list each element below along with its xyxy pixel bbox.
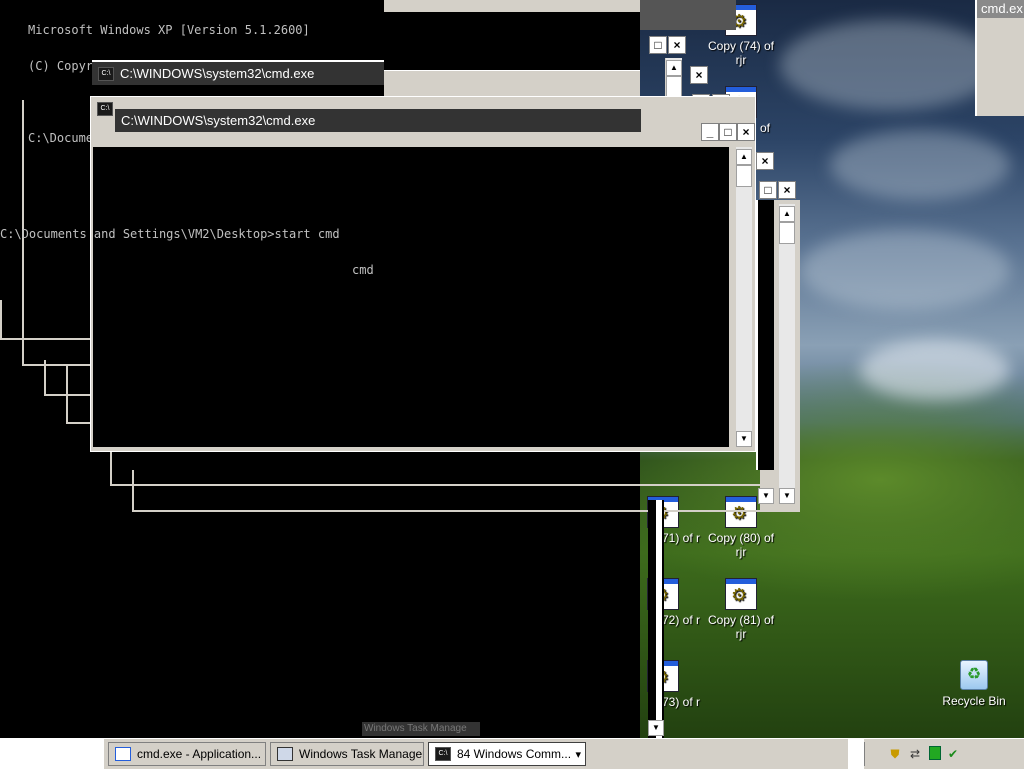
taskbar-task-task-manager[interactable]: Windows Task Manager [270,742,424,766]
battery-icon[interactable] [927,746,943,762]
close-button[interactable]: × [737,123,755,141]
taskbar: cmd.exe - Application... Windows Task Ma… [0,738,1024,769]
window-title: C:\WINDOWS\system32\cmd.exe [121,113,316,128]
batch-file-icon [725,578,757,610]
recycle-bin-icon: ♻ [960,660,988,690]
small-cmd-icon: C:\ [97,102,113,116]
scroll-down-button[interactable]: ▼ [736,431,752,447]
top-right-window-title: cmd.ex [977,0,1024,18]
scrollbar[interactable]: ▼ [756,200,774,504]
safely-remove-icon[interactable]: ✔ [945,746,961,762]
shield-warning-icon[interactable]: ⛊ [887,746,903,762]
title-bar-extension [384,70,640,99]
scroll-down-button[interactable]: ▼ [758,488,774,504]
cmd-icon: C:\ [98,66,114,81]
scrollbar[interactable]: ▲ ▼ [778,204,795,504]
window-title: C:\WINDOWS\system32\cmd.exe [120,66,315,81]
taskbar-left-blank [0,739,104,769]
scroll-thumb[interactable] [666,76,682,98]
maximize-button[interactable]: □ [719,123,737,141]
console-area[interactable] [93,147,729,447]
scroll-down-button[interactable]: ▼ [779,488,795,504]
top-right-window[interactable]: cmd.ex [975,0,1024,116]
chevron-down-icon: ▾ [575,748,581,761]
network-icon[interactable]: ⇄ [907,746,923,762]
close-button[interactable]: × [690,66,708,84]
close-button[interactable]: × [756,152,774,170]
close-button[interactable]: × [668,36,686,54]
task-manager-icon [277,747,293,761]
window-edge [384,0,640,12]
taskbar-task-app-window[interactable]: cmd.exe - Application... [108,742,266,766]
cmd-icon: C:\ [435,747,451,761]
desktop-icon-recycle-bin[interactable]: ♻ Recycle Bin [939,660,1009,708]
console-prompt-line: C:\Documents and Settings\VM2\Desktop>st… [0,227,340,241]
scroll-thumb[interactable] [736,165,752,187]
system-tray: ⛊ ⇄ ✔ [864,742,1024,766]
scrollbar[interactable]: ▼ [648,500,664,738]
scroll-up-button[interactable]: ▲ [779,206,795,222]
scrollbar[interactable]: ▲ ▼ [735,147,752,447]
window-edge [132,470,800,512]
scroll-up-button[interactable]: ▲ [736,149,752,165]
scroll-down-button[interactable]: ▼ [648,720,664,736]
minimize-button[interactable]: _ [701,123,719,141]
scroll-up-button[interactable]: ▲ [666,60,682,76]
ghost-tooltip: Windows Task Manage [362,722,480,736]
cmd-window-front[interactable]: C:\ C:\WINDOWS\system32\cmd.exe _ □ × ▲ … [90,96,756,452]
taskbar-task-group-cmd[interactable]: C:\ 84 Windows Comm... ▾ [428,742,586,766]
scroll-thumb[interactable] [779,222,795,244]
taskbar-gap [848,739,864,769]
cmd-window-title-bar[interactable]: C:\WINDOWS\system32\cmd.exe [115,109,641,132]
close-button[interactable]: × [778,181,796,199]
window-edge [640,0,736,30]
cmd-window-title-bar[interactable]: C:\ C:\WINDOWS\system32\cmd.exe [92,60,384,85]
maximize-button[interactable]: □ [649,36,667,54]
desktop-icon-copy-81[interactable]: Copy (81) of rjr [706,578,776,641]
app-window-icon [115,747,131,761]
console-echo-line: cmd [352,263,374,277]
